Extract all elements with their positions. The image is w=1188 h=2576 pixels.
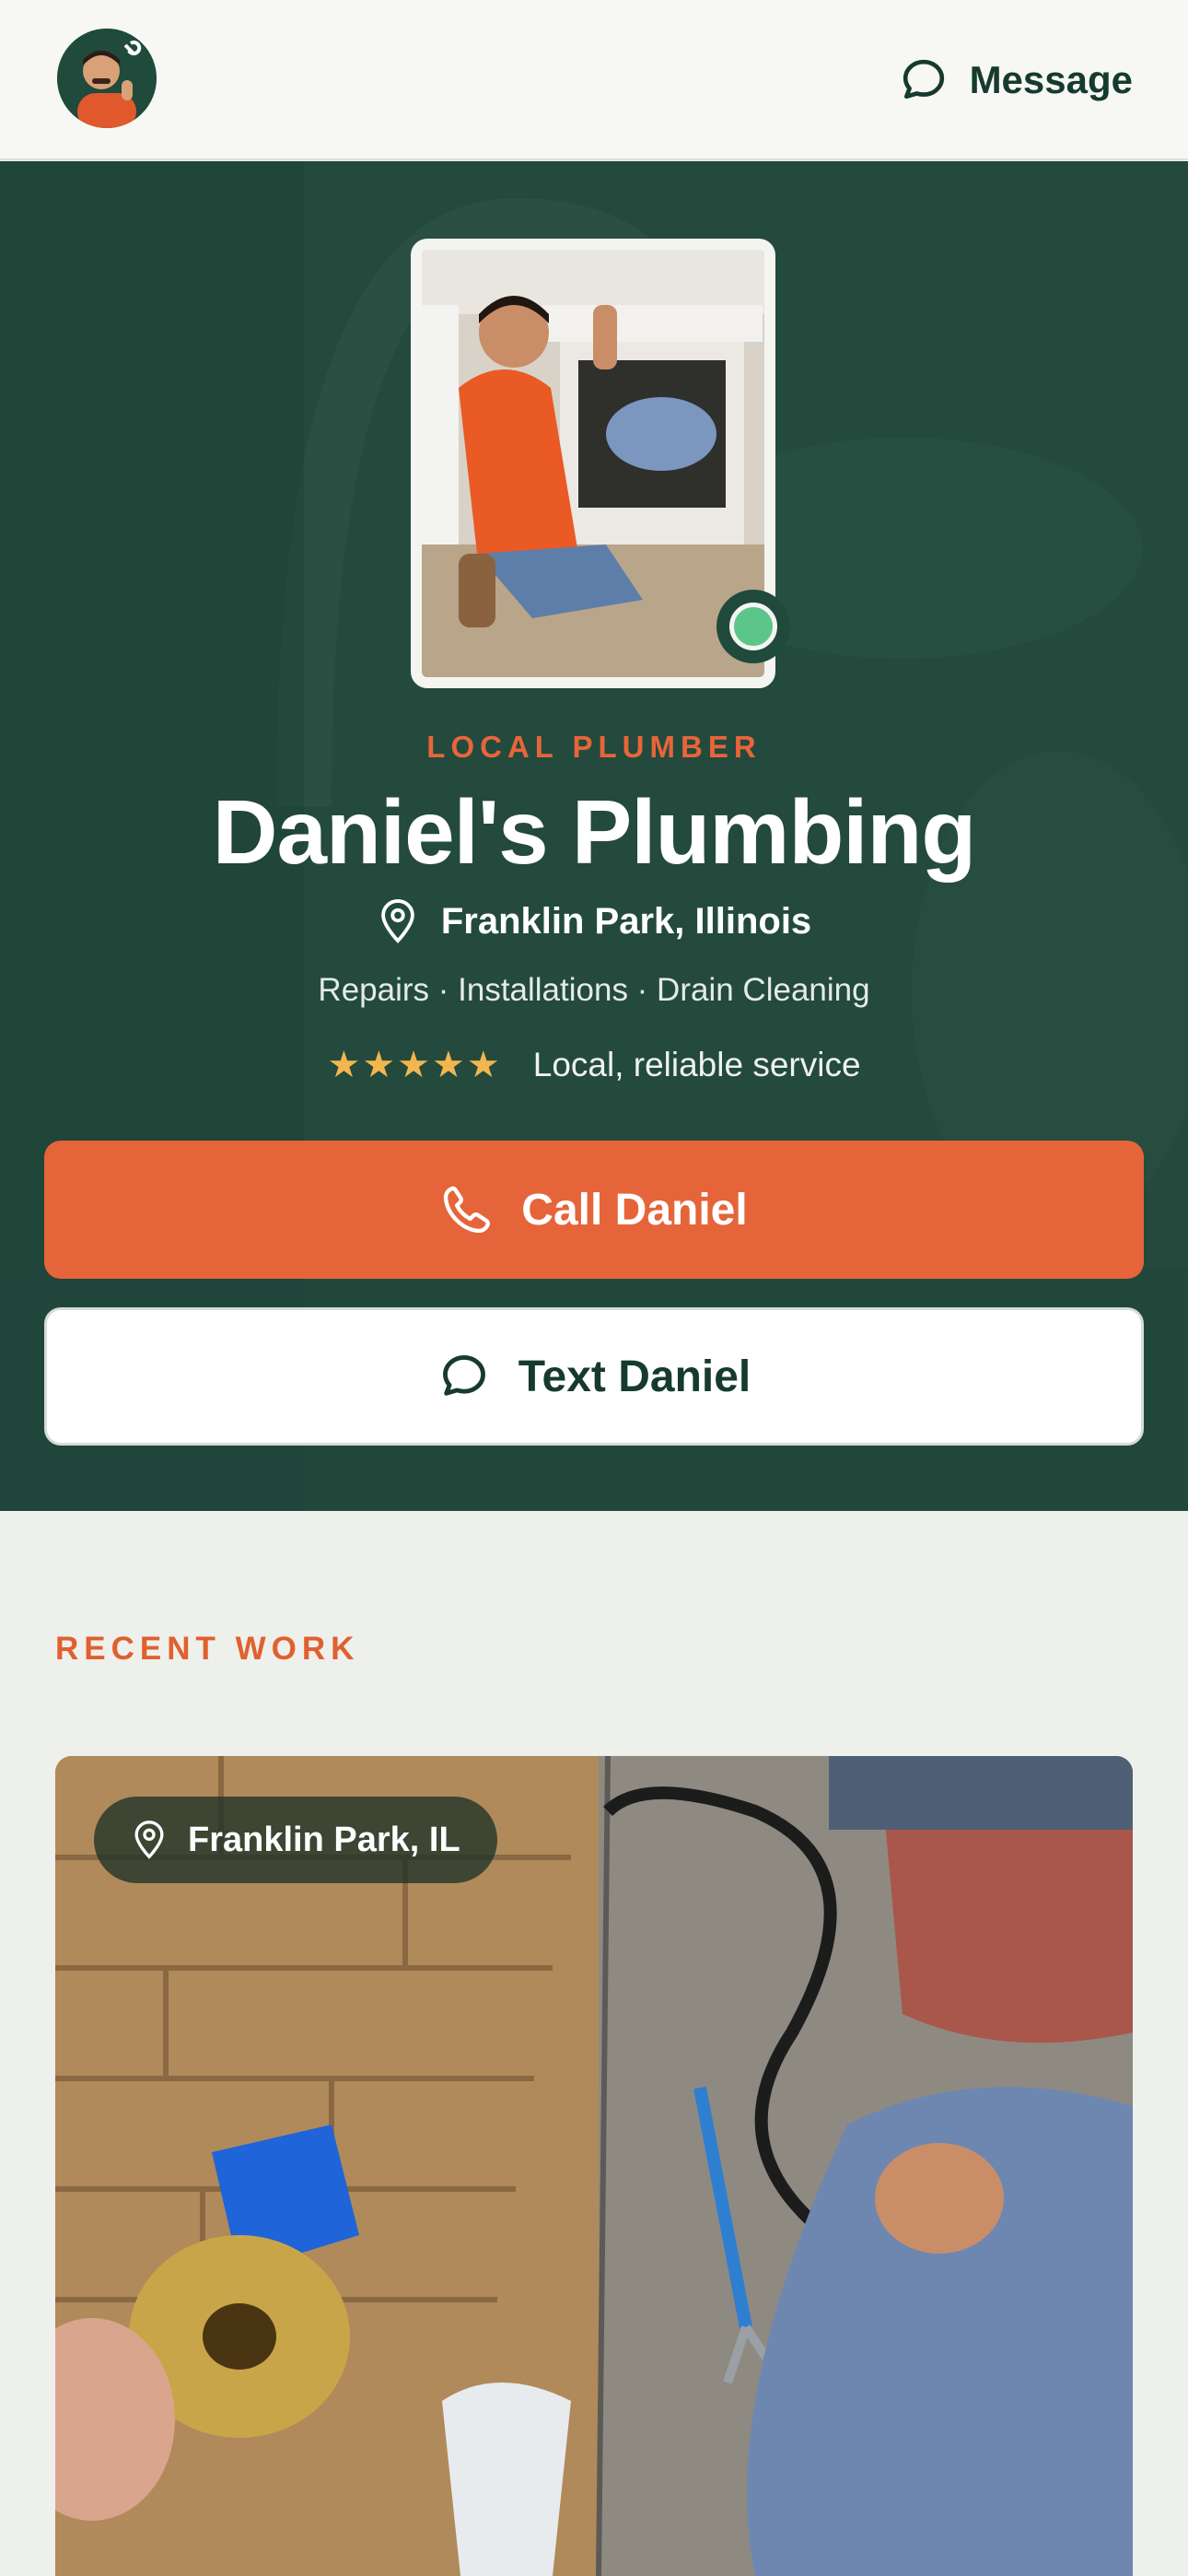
message-link[interactable]: Message [898,48,1133,112]
work-location-text: Franklin Park, IL [188,1820,460,1859]
star-rating-icon: ★★★★★ [327,1045,502,1085]
phone-icon [444,1186,491,1234]
call-button[interactable]: Call Daniel [44,1141,1144,1279]
work-photo-card[interactable]: Franklin Park, IL [55,1756,1133,2576]
location-text: Franklin Park, Illinois [440,900,812,942]
business-location: Franklin Park, Illinois [0,898,1188,944]
online-status-indicator [716,590,790,663]
map-pin-icon [134,1821,164,1859]
top-bar: Message [0,0,1188,160]
business-name: Daniel's Plumbing [212,781,977,883]
plumber-avatar-icon [57,29,157,128]
business-category: LOCAL PLUMBER [426,730,762,764]
chat-bubble-icon [442,1355,485,1396]
recent-work-heading: RECENT WORK [55,1631,360,1667]
text-button[interactable]: Text Daniel [44,1307,1144,1446]
call-button-label: Call Daniel [521,1185,748,1235]
rating-row: ★★★★★ Local, reliable service [0,1044,1188,1086]
services-list: Repairs · Installations · Drain Cleaning [318,972,870,1008]
avatar[interactable] [57,29,157,128]
map-pin-icon [381,899,414,943]
work-location-badge: Franklin Park, IL [94,1797,497,1883]
rating-text: Local, reliable service [532,1046,861,1083]
owner-photo-image [422,250,764,677]
chat-bubble-icon [903,59,944,100]
hero-section: LOCAL PLUMBER Daniel's Plumbing Franklin… [0,161,1188,1511]
text-button-label: Text Daniel [518,1352,751,1401]
message-label: Message [969,58,1133,101]
